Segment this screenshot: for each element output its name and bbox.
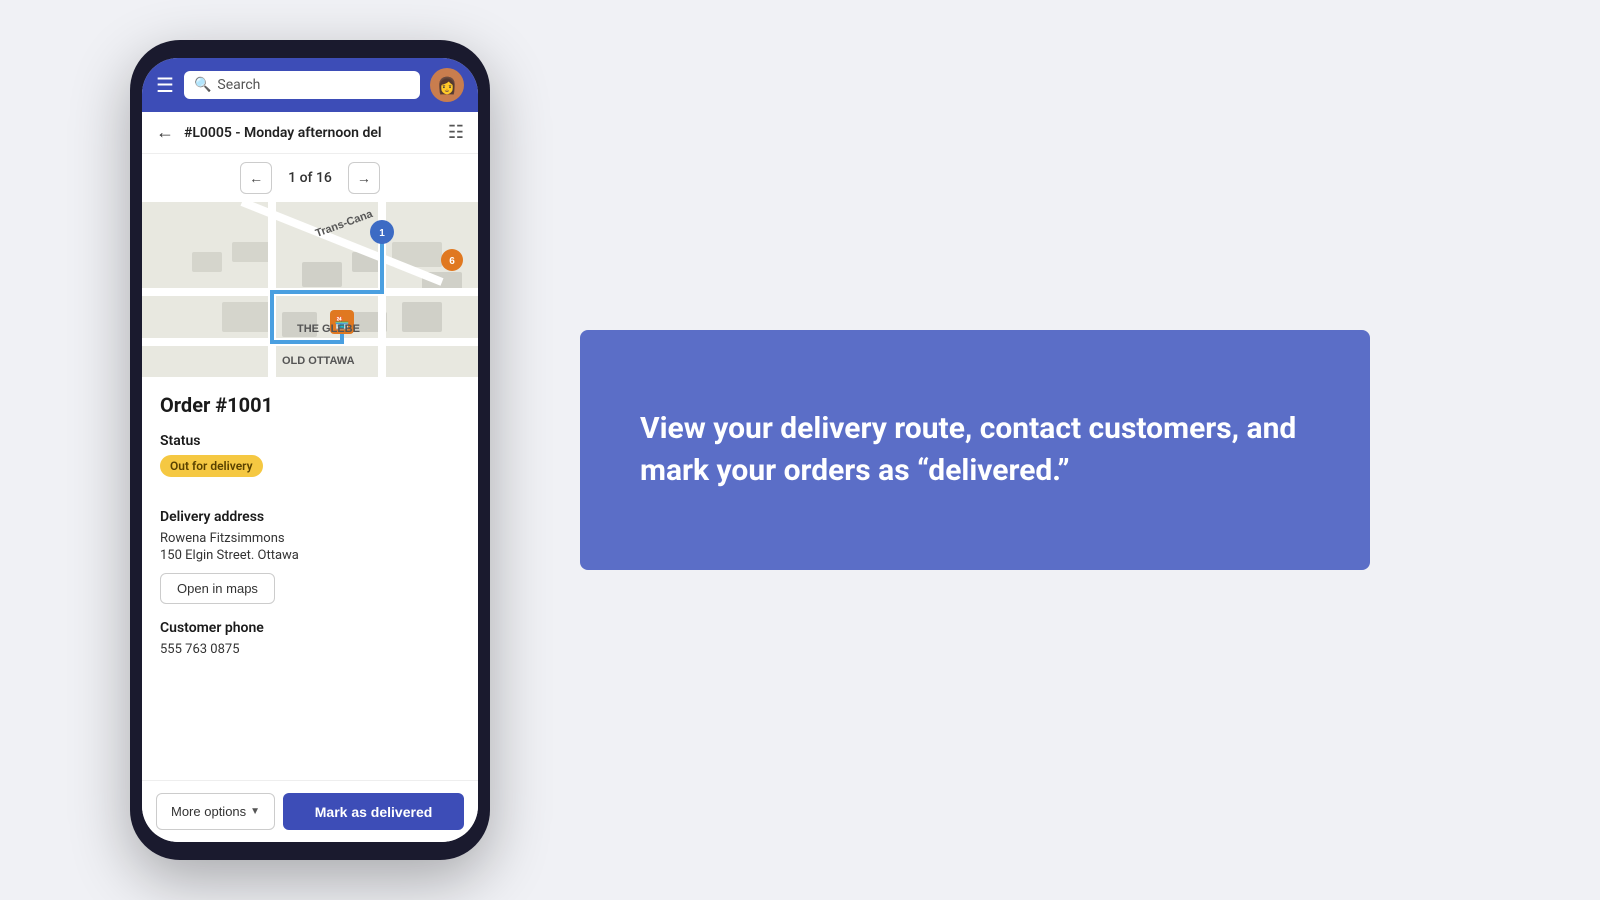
customer-phone-label: Customer phone <box>160 620 460 636</box>
route-title: #L0005 - Monday afternoon del <box>184 125 438 141</box>
action-bar: More options ▼ Mark as delivered <box>142 780 478 842</box>
svg-text:OLD OTTAWA: OLD OTTAWA <box>282 355 355 367</box>
search-bar[interactable]: 🔍 Search <box>184 71 420 99</box>
order-detail-content: Order #1001 Status Out for delivery Deli… <box>142 377 478 780</box>
next-page-button[interactable]: → <box>348 162 380 194</box>
open-in-maps-button[interactable]: Open in maps <box>160 573 275 604</box>
back-button[interactable]: ← <box>156 122 174 143</box>
info-panel-text: View your delivery route, contact custom… <box>640 408 1310 492</box>
phone-screen: ☰ 🔍 Search 👩 ← #L0005 - Monday afternoon… <box>142 58 478 842</box>
search-placeholder: Search <box>217 77 260 93</box>
order-number: Order #1001 <box>160 393 460 417</box>
svg-text:THE GLEBE: THE GLEBE <box>297 323 360 335</box>
search-icon: 🔍 <box>194 77 211 93</box>
info-panel: View your delivery route, contact custom… <box>580 330 1370 570</box>
customer-name: Rowena Fitzsimmons <box>160 531 460 546</box>
pagination-bar: ← 1 of 16 → <box>142 154 478 202</box>
mark-as-delivered-button[interactable]: Mark as delivered <box>283 793 464 830</box>
phone-device: ☰ 🔍 Search 👩 ← #L0005 - Monday afternoon… <box>130 40 490 860</box>
map-area: Trans-Cana 6 1 🏪 THE GLEBE OLD OTTAWA <box>142 202 478 377</box>
top-nav-bar: ☰ 🔍 Search 👩 <box>142 58 478 112</box>
list-view-icon[interactable]: ☷ <box>448 122 464 143</box>
more-options-label: More options <box>171 804 246 819</box>
avatar-emoji: 👩 <box>437 76 457 95</box>
status-section: Status Out for delivery <box>160 433 460 493</box>
dropdown-arrow-icon: ▼ <box>250 806 260 817</box>
delivery-address-label: Delivery address <box>160 509 460 525</box>
more-options-button[interactable]: More options ▼ <box>156 793 275 830</box>
address-line: 150 Elgin Street. Ottawa <box>160 548 460 563</box>
hamburger-icon[interactable]: ☰ <box>156 75 174 95</box>
status-badge: Out for delivery <box>160 455 263 477</box>
phone-section: Customer phone 555 763 0875 <box>160 620 460 657</box>
route-header: ← #L0005 - Monday afternoon del ☷ <box>142 112 478 154</box>
svg-text:1: 1 <box>379 228 385 239</box>
status-label: Status <box>160 433 460 449</box>
avatar[interactable]: 👩 <box>430 68 464 102</box>
phone-number: 555 763 0875 <box>160 642 460 657</box>
svg-text:6: 6 <box>449 256 455 267</box>
address-section: Delivery address Rowena Fitzsimmons 150 … <box>160 509 460 604</box>
prev-page-button[interactable]: ← <box>240 162 272 194</box>
page-count: 1 of 16 <box>288 170 332 186</box>
